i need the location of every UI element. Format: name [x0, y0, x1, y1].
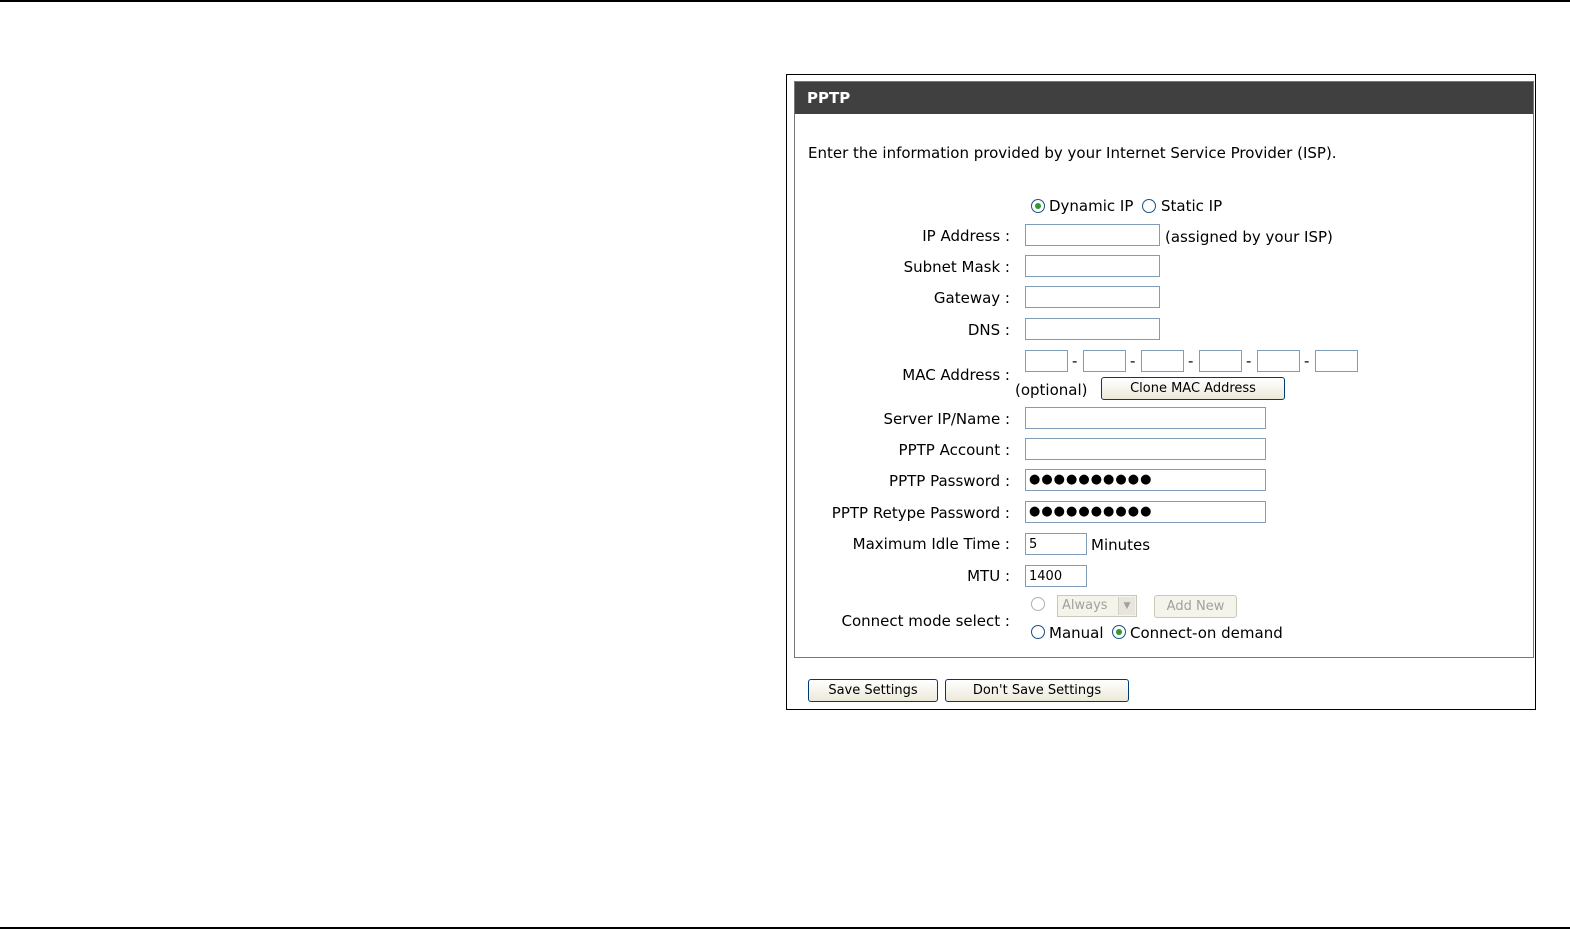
schedule-select-value: Always	[1062, 598, 1108, 613]
dns-input[interactable]	[1025, 318, 1160, 340]
ip-address-hint: (assigned by your ISP)	[1165, 228, 1333, 246]
dynamic-ip-radio[interactable]	[1031, 199, 1045, 213]
mac-octet-4-input[interactable]	[1199, 350, 1242, 372]
gateway-input[interactable]	[1025, 286, 1160, 308]
add-new-schedule-button[interactable]: Add New	[1154, 595, 1237, 618]
manual-label: Manual	[1049, 624, 1104, 642]
panel-title: PPTP	[795, 82, 1533, 114]
connect-mode-label: Connect mode select :	[841, 612, 1011, 630]
mac-separator: -	[1130, 352, 1136, 370]
pptp-retype-password-input[interactable]: ●●●●●●●●●●	[1025, 501, 1266, 523]
pptp-panel: PPTP Enter the information provided by y…	[794, 81, 1534, 658]
mac-octet-6-input[interactable]	[1315, 350, 1358, 372]
mac-optional-note: (optional)	[1015, 381, 1088, 399]
schedule-radio[interactable]	[1031, 597, 1045, 611]
mtu-input[interactable]	[1025, 565, 1087, 587]
idle-unit-label: Minutes	[1091, 536, 1151, 554]
static-ip-label: Static IP	[1161, 197, 1223, 215]
ip-address-input[interactable]	[1025, 224, 1160, 246]
gateway-label: Gateway :	[933, 289, 1010, 307]
mac-octet-1-input[interactable]	[1025, 350, 1068, 372]
mac-separator: -	[1072, 352, 1078, 370]
intro-text: Enter the information provided by your I…	[808, 144, 1337, 162]
page-bottom-rule	[0, 927, 1570, 929]
server-ip-label: Server IP/Name :	[883, 410, 1010, 428]
ip-address-label: IP Address :	[922, 227, 1010, 245]
mac-octet-3-input[interactable]	[1141, 350, 1184, 372]
pptp-password-label: PPTP Password :	[889, 472, 1010, 490]
schedule-select[interactable]: Always ▼	[1057, 595, 1137, 617]
dns-label: DNS :	[967, 321, 1010, 339]
mac-octet-5-input[interactable]	[1257, 350, 1300, 372]
max-idle-time-input[interactable]	[1025, 533, 1087, 555]
pptp-account-input[interactable]	[1025, 438, 1266, 460]
static-ip-radio[interactable]	[1142, 199, 1156, 213]
chevron-down-icon: ▼	[1118, 597, 1135, 615]
mtu-label: MTU :	[967, 567, 1010, 585]
connect-on-demand-radio[interactable]	[1112, 625, 1126, 639]
pptp-account-label: PPTP Account :	[898, 441, 1010, 459]
max-idle-time-label: Maximum Idle Time :	[852, 535, 1010, 553]
pptp-password-input[interactable]: ●●●●●●●●●●	[1025, 469, 1266, 491]
manual-radio[interactable]	[1031, 625, 1045, 639]
mac-octet-2-input[interactable]	[1083, 350, 1126, 372]
mac-address-label: MAC Address :	[902, 366, 1010, 384]
dynamic-ip-label: Dynamic IP	[1049, 197, 1134, 215]
subnet-mask-input[interactable]	[1025, 255, 1160, 277]
mac-separator: -	[1304, 352, 1310, 370]
save-settings-button[interactable]: Save Settings	[808, 679, 938, 702]
subnet-mask-label: Subnet Mask :	[903, 258, 1010, 276]
connect-on-demand-label: Connect-on demand	[1130, 624, 1283, 642]
clone-mac-address-button[interactable]: Clone MAC Address	[1101, 377, 1285, 400]
pptp-settings-frame: PPTP Enter the information provided by y…	[786, 74, 1536, 710]
dont-save-settings-button[interactable]: Don't Save Settings	[945, 679, 1129, 702]
mac-separator: -	[1188, 352, 1194, 370]
server-ip-input[interactable]	[1025, 407, 1266, 429]
mac-separator: -	[1246, 352, 1252, 370]
pptp-retype-password-label: PPTP Retype Password :	[831, 504, 1010, 522]
page-top-rule	[0, 0, 1570, 2]
